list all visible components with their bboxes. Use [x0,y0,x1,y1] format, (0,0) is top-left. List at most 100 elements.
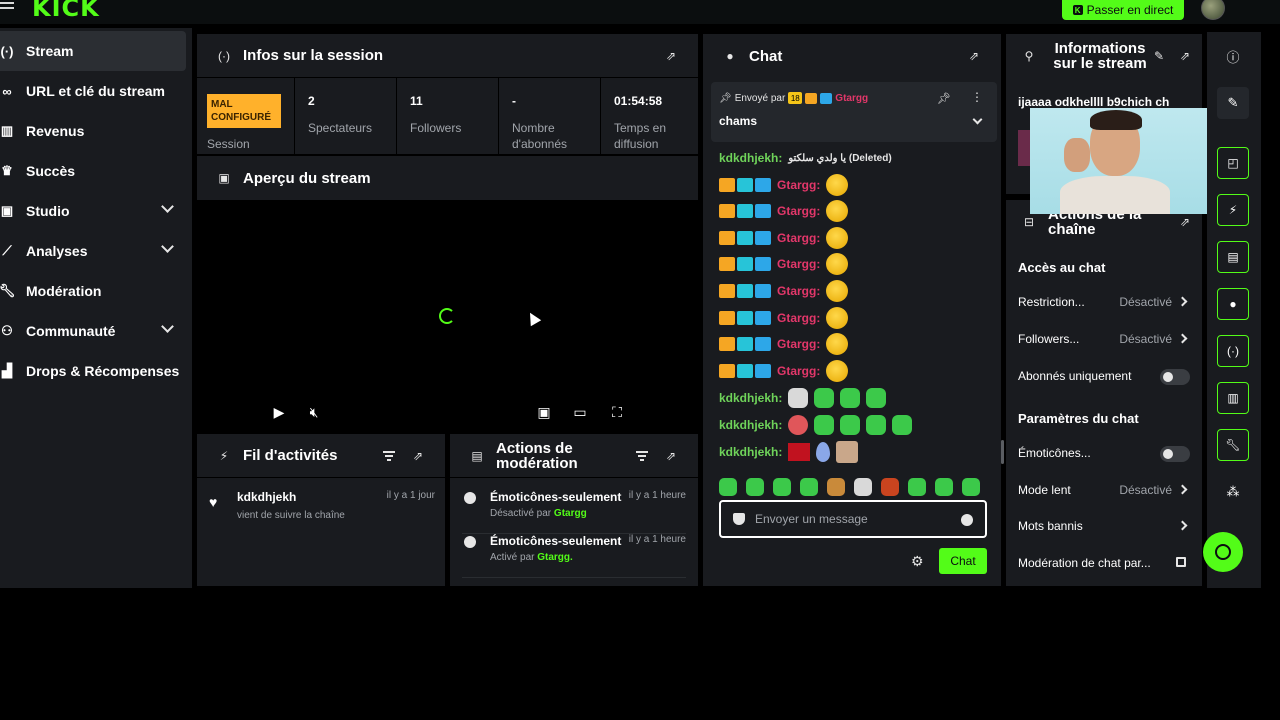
more-options-icon[interactable]: ⋮ [971,90,983,104]
theater-icon[interactable]: ▭ [572,404,588,420]
headset-icon [1215,544,1231,560]
chat-send-button[interactable]: Chat [939,548,987,574]
emotes-only-toggle[interactable] [1160,446,1190,462]
chat-moderation-row[interactable]: Modération de chat par... [1018,553,1190,573]
chevron-down-icon[interactable] [972,114,983,125]
sidebar-item-stream-url[interactable]: ∞ URL et clé du stream [0,71,186,111]
chat-scrollbar[interactable] [1001,440,1004,464]
external-link-icon [1176,557,1186,567]
slow-mode-row[interactable]: Mode lent Désactivé [1018,480,1190,500]
popout-icon[interactable]: ⇗ [1180,216,1192,228]
emote-icon[interactable] [854,478,872,496]
sidebar-item-label: Revenus [26,123,85,139]
row-label: Mode lent [1018,483,1071,497]
chat-user[interactable]: Gtargg: [777,311,820,325]
kick-logo[interactable]: KICK [32,0,100,22]
emote-icon[interactable] [935,478,953,496]
chat-user[interactable]: kdkdhjekh: [719,151,782,165]
avatar[interactable] [1201,0,1225,20]
info-icon[interactable]: ⓘ [1217,40,1249,72]
go-live-button[interactable]: K Passer en direct [1062,0,1184,20]
emote-icon[interactable] [827,478,845,496]
emote-icon[interactable] [746,478,764,496]
emote-icon[interactable] [881,478,899,496]
lightning-icon[interactable]: ⚡︎ [1217,194,1249,226]
sidebar-item-drops[interactable]: ▟ Drops & Récompenses [0,351,186,391]
chat-user[interactable]: Gtargg: [777,178,820,192]
og-badge-icon [737,311,753,325]
banned-words-row[interactable]: Mots bannis [1018,516,1190,536]
panel-header: ⚲ Informations sur le stream ✎ ⇗ [1006,34,1202,78]
fullscreen-icon[interactable]: ⛶ [609,404,625,420]
chat-user[interactable]: Gtargg: [777,284,820,298]
chat-user[interactable]: Gtargg: [777,257,820,271]
video-player[interactable]: ▶ 🔇︎ ▣ ▭ ⛶ [197,200,698,428]
gear-icon[interactable]: ⚙ [911,554,925,568]
chat-message: Gtargg: [719,199,849,223]
popout-icon[interactable]: ⇗ [666,450,678,462]
chat-user[interactable]: Gtargg: [777,204,820,218]
emoji-picker-icon[interactable] [961,514,973,526]
apps-icon[interactable]: ⁂ [1217,476,1249,508]
crown-badge-icon [719,337,735,351]
pinned-message[interactable]: 📌︎ Envoyé par 18 Gtargg 📌︎ ⋮ chams [711,82,997,142]
edit-icon[interactable]: ✎ [1154,49,1164,63]
clip-icon[interactable]: ◰ [1217,147,1249,179]
popout-icon[interactable]: ⇗ [413,450,425,462]
sidebar-item-achievements[interactable]: ♛ Succès [0,151,186,191]
help-button[interactable] [1203,532,1243,572]
laughing-emote-icon [826,360,849,382]
menu-icon[interactable] [0,2,14,14]
emote-icon[interactable] [719,478,737,496]
popout-icon[interactable]: ⇗ [969,50,981,62]
broadcast-icon[interactable]: (·) [1217,335,1249,367]
edit-icon[interactable]: ✎ [1217,87,1249,119]
filter-icon[interactable] [383,451,395,461]
category-thumbnail[interactable] [1018,130,1030,166]
mod-user[interactable]: Gtargg. [537,552,573,563]
chat-bubble-icon[interactable]: ● [1217,288,1249,320]
sidebar-item-revenue[interactable]: ▥ Revenus [0,111,186,151]
session-status: MAL CONFIGURÉ Session [197,78,295,158]
emote-icon[interactable] [800,478,818,496]
emote-icon[interactable] [908,478,926,496]
chat-user[interactable]: kdkdhjekh: [719,445,782,459]
subscribers-only-toggle[interactable] [1160,369,1190,385]
sidebar-item-stream[interactable]: (·) Stream [0,31,186,71]
unpin-icon[interactable]: 📌︎ [937,92,951,105]
chat-input-box[interactable] [719,500,987,538]
chat-input[interactable] [755,512,955,526]
wrench-icon[interactable]: 🔧︎ [1217,429,1249,461]
followers-row[interactable]: Followers... Désactivé [1018,329,1190,349]
emote-icon [788,388,809,408]
emote-icon[interactable] [962,478,980,496]
broadcast-icon: (·) [0,43,14,59]
sidebar-item-community[interactable]: ⚇ Communauté [0,311,186,351]
mod-user[interactable]: Gtargg [554,508,587,519]
chat-user[interactable]: Gtargg: [777,231,820,245]
sidebar-item-moderation[interactable]: 🔧︎ Modération [0,271,186,311]
chat-user[interactable]: Gtargg: [777,337,820,351]
pip-icon[interactable]: ▣ [536,404,552,420]
pinned-header: 📌︎ Envoyé par 18 Gtargg [719,92,868,104]
stat-label: Followers [410,121,462,135]
printer-icon[interactable]: ▥ [1217,382,1249,414]
mute-icon[interactable]: 🔇︎ [306,404,322,420]
mouse-cursor-icon [524,309,542,327]
sidebar-item-studio[interactable]: ▣ Studio [0,191,186,231]
broadcast-icon: (·) [218,48,230,63]
chat-user[interactable]: kdkdhjekh: [719,418,782,432]
chat-user[interactable]: kdkdhjekh: [719,391,782,405]
play-icon[interactable]: ▶ [271,404,287,420]
panel-title: Actions de modération [496,439,578,472]
document-icon[interactable]: ▤ [1217,241,1249,273]
chat-user[interactable]: Gtargg: [777,364,820,378]
filter-icon[interactable] [636,451,648,461]
popout-icon[interactable]: ⇗ [1180,50,1192,62]
restriction-row[interactable]: Restriction... Désactivé [1018,292,1190,312]
emote-icon[interactable] [773,478,791,496]
pinned-user[interactable]: Gtargg [835,93,868,104]
session-info-panel: (·) Infos sur la session ⇗ MAL CONFIGURÉ… [197,34,698,158]
popout-icon[interactable]: ⇗ [666,50,678,62]
sidebar-item-analytics[interactable]: ⟋ Analyses [0,231,186,271]
